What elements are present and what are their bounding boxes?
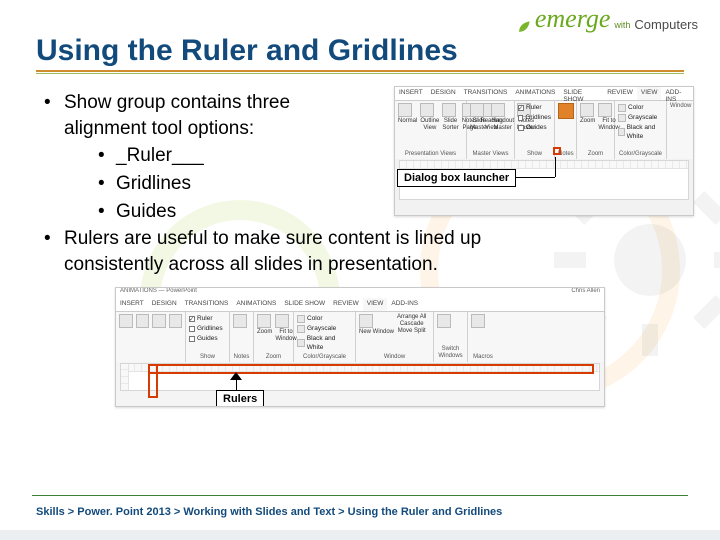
group-switch-windows: Switch Windows [434,312,468,362]
page-title: Using the Ruler and Gridlines [36,34,684,68]
slidemaster-icon [470,103,484,117]
switch-icon [437,314,451,328]
breadcrumb: Skills > Power. Point 2013 > Working wit… [36,506,502,518]
callout-rulers: Rulers [216,390,264,407]
group-presentation-views: Normal Outline View Slide Sorter Notes P… [395,101,467,159]
group-show: Ruler Gridlines Guides Show [515,101,555,159]
arrow-up-icon [230,372,242,380]
figure-ribbon-dialog-launcher: INSERT DESIGN TRANSITIONS ANIMATIONS SLI… [394,86,694,216]
group-color: Color Grayscale Black and White Color/Gr… [294,312,356,362]
zoom-icon [580,103,594,117]
tab-slideshow: SLIDE SHOW [559,87,603,100]
ruler-v-icon [121,364,129,390]
highlight-vertical-ruler [148,364,158,398]
tab-animations: ANIMATIONS [511,87,559,100]
group-macros: Macros [468,312,498,362]
fit-icon [275,314,289,328]
callout-leader [555,157,556,177]
chk-guides: Guides [189,334,226,343]
zoom-icon [257,314,271,328]
bottom-strip [0,530,720,540]
color-icon [618,104,626,112]
callout-dialog-launcher: Dialog box launcher [397,169,516,187]
group-notes: Notes [230,312,254,362]
group-label: Zoom [580,151,611,157]
ribbon2-titlebar: ANIMATIONS — PowerPoint Chris Allen [116,288,604,298]
checkbox-icon [518,125,524,131]
bullet-2-line2: consistently across all slides in presen… [64,254,438,275]
sorter-icon [442,103,456,117]
title-rule [36,70,684,72]
grayscale-icon [297,325,305,333]
group-label: Window [670,103,684,109]
opt-grayscale: Grayscale [618,113,663,122]
checkbox-icon [189,326,195,332]
tab-view: VIEW [637,87,662,100]
view-icon [152,314,166,328]
checkbox-icon [518,105,524,111]
notes-icon [233,314,247,328]
title-rule-accent [36,73,684,74]
chk-gridlines: Gridlines [518,113,551,122]
ruler-h-icon [400,161,688,169]
group-show: Ruler Gridlines Guides Show [186,312,230,362]
chk-guides: Guides [518,123,551,132]
view-icon [119,314,133,328]
group-window: New Window Arrange All Cascade Move Spli… [356,312,434,362]
bw-icon [297,339,305,347]
opt-bw: Black and White [618,123,663,141]
group-presentation-views [116,312,186,362]
group-label: Presentation Views [398,151,463,157]
checkbox-icon [189,336,195,342]
highlight-dialog-launcher [553,147,561,155]
bullet-1-line2: alignment tool options: [64,118,254,139]
chk-gridlines: Gridlines [189,324,226,333]
group-zoom: Zoom Fit to Window Zoom [577,101,615,159]
macros-icon [471,314,485,328]
ribbon1-groups: Normal Outline View Slide Sorter Notes P… [395,101,693,159]
bullet-1-line1: Show group contains three [64,92,290,113]
view-icon [169,314,183,328]
chk-ruler: Ruler [518,103,551,112]
ribbon1-tabs: INSERT DESIGN TRANSITIONS ANIMATIONS SLI… [395,87,693,101]
checkbox-icon [518,115,523,121]
group-zoom: ZoomFit to Window Zoom [254,312,294,362]
grayscale-icon [618,114,626,122]
notes-icon [558,103,574,119]
fit-icon [598,103,612,117]
normal-icon [398,103,412,117]
figure-ribbon-rulers: ANIMATIONS — PowerPoint Chris Allen INSE… [115,287,605,407]
ribbon2-tabs: INSERT DESIGN TRANSITIONS ANIMATIONS SLI… [116,298,604,312]
group-label: Color/Grayscale [618,151,663,157]
tab-insert: INSERT [395,87,427,100]
tab-addins: ADD-INS [661,87,693,100]
outline-icon [420,103,434,117]
footer-rule [32,495,688,496]
highlight-horizontal-ruler [148,364,594,374]
opt-color: Color [618,103,663,112]
group-master-views: Slide Master Handout Master Notes Master… [467,101,515,159]
tab-review: REVIEW [603,87,637,100]
group-label: Master Views [470,151,511,157]
group-color: Color Grayscale Black and White Color/Gr… [615,101,667,159]
checkbox-icon [189,316,195,322]
group-label: Show [518,151,551,157]
group-window: Window [667,101,687,159]
bw-icon [618,128,625,136]
color-icon [297,315,305,323]
ribbon2-groups: Ruler Gridlines Guides Show Notes ZoomFi… [116,312,604,362]
view-icon [136,314,150,328]
bullet-2: Rulers are useful to make sure content i… [36,226,684,277]
tab-design: DESIGN [427,87,460,100]
bullet-2-line1: Rulers are useful to make sure content i… [64,228,481,249]
tab-transitions: TRANSITIONS [460,87,512,100]
chk-ruler: Ruler [189,314,226,323]
handoutmaster-icon [491,103,505,117]
newwin-icon [359,314,373,328]
